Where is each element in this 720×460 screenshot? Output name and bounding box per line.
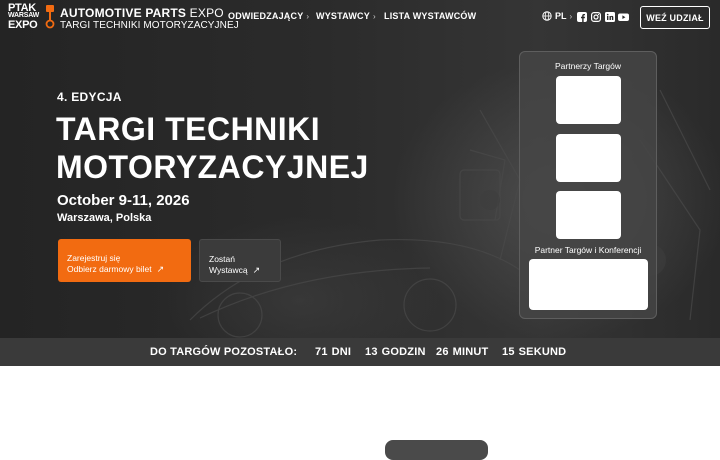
logo-title: AUTOMOTIVE PARTS EXPO <box>60 6 224 20</box>
countdown-days: 71 DNI <box>315 346 352 358</box>
top-header: PTAK WARSAW EXPO AUTOMOTIVE PARTS EXPO T… <box>0 0 720 36</box>
chevron-right-icon: › <box>372 12 376 21</box>
countdown-bar: DO TARGÓW POZOSTAŁO: 71 DNI 13 GODZIN 26 MI… <box>0 338 720 366</box>
partner-logo[interactable] <box>556 76 621 124</box>
nav-item-label: LISTA WYSTAWCÓW <box>384 11 477 21</box>
facebook-icon[interactable] <box>577 12 587 22</box>
countdown-seconds: 15 SEKUND <box>502 346 567 358</box>
youtube-icon[interactable] <box>618 12 629 22</box>
instagram-icon[interactable] <box>591 12 601 22</box>
arrow-up-right-icon: ↗ <box>156 264 165 274</box>
section-tab[interactable] <box>385 440 488 460</box>
take-part-button[interactable]: WEŹ UDZIAŁ <box>640 6 710 29</box>
arrow-up-right-icon: ↗ <box>252 265 261 275</box>
nav-item-exhibitors[interactable]: WYSTAWCY › <box>316 11 376 21</box>
automotive-parts-expo-logo[interactable]: AUTOMOTIVE PARTS EXPO TARGI TECHNIKI MOT… <box>60 6 239 31</box>
language-code: PL <box>555 11 567 21</box>
exhibitor-sublabel: Wystawcą ↗ <box>209 265 261 275</box>
ptak-warsaw-expo-logo[interactable]: PTAK WARSAW EXPO <box>8 2 42 31</box>
register-button[interactable]: Zarejestruj się Odbierz darmowy bilet ↗ <box>58 239 191 282</box>
chevron-right-icon: › <box>569 11 573 21</box>
linkedin-icon[interactable] <box>605 12 615 22</box>
logo-subtitle: TARGI TECHNIKI MOTORYZACYJNEJ <box>60 20 239 31</box>
partner-logo[interactable] <box>556 191 621 239</box>
page-title: TARGI TECHNIKI MOTORYZACYJNEJ <box>56 111 369 185</box>
partners-title: Partnerzy Targów <box>555 61 621 71</box>
partner-logo[interactable] <box>556 134 621 182</box>
logo-line: EXPO <box>8 18 38 31</box>
edition-label: 4. EDYCJA <box>57 90 122 104</box>
piston-logo-icon <box>45 5 55 29</box>
nav-item-label: WYSTAWCY <box>316 11 370 21</box>
hero-section: PTAK WARSAW EXPO AUTOMOTIVE PARTS EXPO T… <box>0 0 720 338</box>
chevron-right-icon: › <box>306 12 310 21</box>
nav-item-exhibitor-list[interactable]: LISTA WYSTAWCÓW <box>384 11 476 21</box>
nav-item-visitors[interactable]: ODWIEDZAJĄCY › <box>228 11 309 21</box>
countdown-minutes: 26 MINUT <box>436 346 489 358</box>
register-sublabel: Odbierz darmowy bilet ↗ <box>67 264 165 274</box>
nav-item-label: ODWIEDZAJĄCY <box>228 11 304 21</box>
become-exhibitor-button[interactable]: Zostań Wystawcą ↗ <box>199 239 281 282</box>
conference-partner-logo[interactable] <box>529 259 648 310</box>
countdown-hours: 13 GODZIN <box>365 346 426 358</box>
countdown-label: DO TARGÓW POZOSTAŁO: <box>150 346 298 358</box>
event-location: Warszawa, Polska <box>57 212 152 224</box>
event-dates: October 9-11, 2026 <box>57 192 190 209</box>
globe-icon <box>542 11 552 21</box>
language-selector[interactable]: PL › <box>542 11 572 21</box>
conference-partner-title: Partner Targów i Konferencji <box>534 245 642 255</box>
register-label: Zarejestruj się <box>67 253 121 263</box>
exhibitor-label: Zostań <box>209 254 235 264</box>
partners-panel: Partnerzy Targów Partner Targów i Konfer… <box>519 51 657 319</box>
